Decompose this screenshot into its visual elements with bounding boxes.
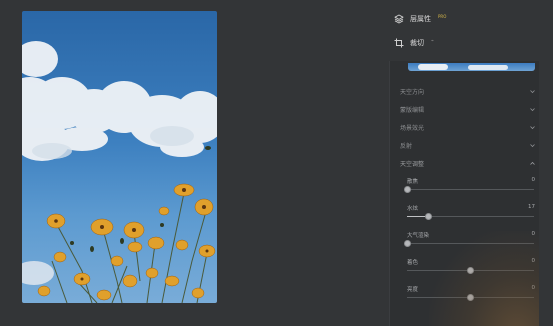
pro-badge: PRO (438, 13, 447, 19)
crop-badge: ⌁ (431, 38, 435, 44)
slider-brightness: 亮度 0 (407, 285, 535, 309)
slider-track[interactable] (407, 267, 534, 274)
photo-artwork (22, 41, 217, 303)
section-label: 天空调整 (400, 160, 425, 168)
sky-photo[interactable] (22, 11, 217, 303)
slider-value[interactable]: 0 (532, 177, 536, 183)
chevron-down-icon (530, 89, 535, 93)
section-scene-light[interactable]: 场景效光 (400, 120, 536, 134)
slider-label: 散焦 (407, 179, 419, 185)
slider-water-flare: 水炫 17 (407, 204, 535, 228)
section-sky-direction[interactable]: 天空方向 (400, 84, 536, 98)
slider-track[interactable] (407, 294, 534, 301)
slider-value[interactable]: 0 (532, 231, 536, 237)
layer-properties-button[interactable]: 层属性 PRO (394, 11, 446, 27)
crop-button[interactable]: 裁切 ⌁ (394, 35, 434, 51)
slider-defocus: 散焦 0 (403, 177, 536, 201)
section-label: 反射 (400, 142, 413, 150)
slider-track[interactable] (407, 213, 534, 220)
chevron-up-icon (530, 161, 535, 165)
slider-label: 水炫 (407, 206, 419, 212)
slider-tint: 着色 0 (407, 258, 535, 282)
sky-preview-thumbnail[interactable] (408, 63, 535, 71)
image-canvas[interactable] (0, 0, 384, 326)
slider-knob[interactable] (467, 267, 474, 274)
section-label: 天空方向 (400, 88, 425, 96)
slider-knob[interactable] (425, 213, 433, 220)
slider-value[interactable]: 0 (532, 258, 536, 264)
adjustment-panel: 层属性 PRO 裁切 ⌁ 天空方向 蒙版编辑 场景效光 反射 天空调整 散焦 0… (386, 0, 553, 326)
section-reflection[interactable]: 反射 (400, 138, 536, 152)
layers-icon (394, 14, 404, 24)
section-label: 场景效光 (400, 124, 425, 132)
chevron-down-icon (530, 107, 535, 111)
chevron-down-icon (530, 143, 535, 147)
slider-track[interactable] (403, 186, 534, 193)
slider-atmosphere: 大气渲染 0 (403, 231, 536, 255)
section-sky-adjust[interactable]: 天空调整 (400, 156, 536, 170)
section-label: 蒙版编辑 (400, 106, 425, 114)
slider-value[interactable]: 17 (528, 204, 535, 210)
slider-label: 大气渲染 (407, 233, 430, 239)
crop-icon (394, 38, 404, 48)
slider-label: 着色 (407, 260, 419, 266)
section-mask-edit[interactable]: 蒙版编辑 (400, 102, 536, 116)
chevron-down-icon (530, 125, 535, 129)
slider-knob[interactable] (467, 294, 474, 301)
slider-value[interactable]: 0 (532, 285, 536, 291)
slider-knob[interactable] (403, 240, 411, 247)
slider-track[interactable] (403, 240, 534, 247)
crop-label: 裁切 (410, 39, 424, 47)
slider-label: 亮度 (407, 287, 419, 293)
slider-knob[interactable] (403, 186, 411, 193)
sky-replace-settings: 天空方向 蒙版编辑 场景效光 反射 天空调整 散焦 0 水炫 17 大气渲染 0… (389, 61, 539, 326)
layer-properties-label: 层属性 (410, 15, 431, 23)
